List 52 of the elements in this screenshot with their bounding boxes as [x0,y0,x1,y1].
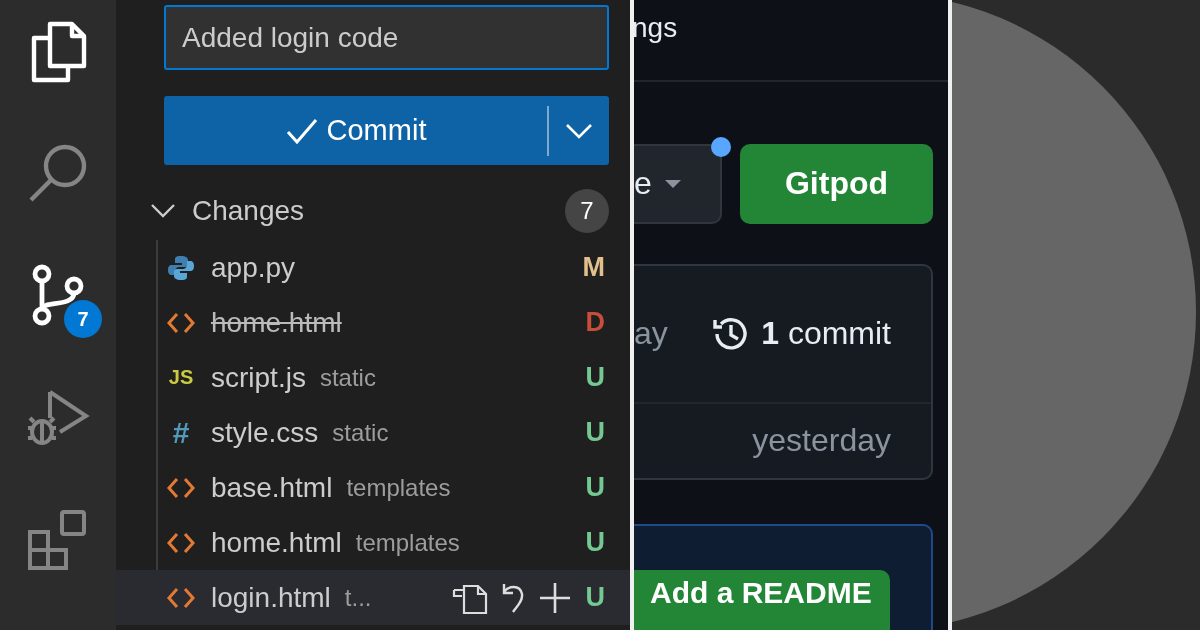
status-letter: U [585,472,605,503]
dropdown-caret-icon[interactable] [565,122,593,139]
status-letter: U [585,527,605,558]
commit-time-text: yesterday [752,422,891,460]
count-badge: 7 [565,189,609,233]
folder-label: static [319,363,376,392]
file-item[interactable]: # style.css static U [116,405,630,460]
source-control-icon[interactable] [30,264,86,326]
settings-tab[interactable]: ngs [634,12,678,43]
file-item[interactable]: JS script.js static U [116,350,630,405]
status-letter: U [585,582,605,613]
file-name: app.py [211,251,296,284]
changes-header[interactable]: Changes [192,195,549,227]
add-readme-button[interactable]: Add a README [634,570,890,630]
file-item[interactable]: home.html templates U [116,515,630,570]
chevron-icon[interactable] [150,203,176,219]
file-item[interactable]: base.html templates U [116,460,630,515]
code-brackets-icon [166,530,196,555]
js-file-icon: JS [168,366,194,389]
file-name: style.css [211,416,319,449]
code-dropdown-button[interactable]: e [634,143,722,224]
status-letter: M [582,252,605,283]
search-icon[interactable] [27,142,89,204]
hash-icon: # [172,415,190,450]
commit-button[interactable]: Commit [164,96,609,165]
file-name: base.html [211,471,333,504]
gitpod-button[interactable]: Gitpod [740,143,933,224]
caret-icon [663,178,682,189]
folder-label: templates [355,528,460,557]
commits-link[interactable]: 1 commit [761,315,891,353]
folder-label: t... [344,583,372,612]
status-letter: U [585,362,605,393]
code-brackets-icon [166,310,196,335]
status-letter: D [585,307,605,338]
file-name: home.html [211,526,342,559]
status-letter: U [585,417,605,448]
file-name: login.html [211,581,331,614]
file-name: home.html [211,306,342,339]
folder-label: templates [346,473,451,502]
python-file-icon [167,253,195,282]
folder-label: static [332,418,389,447]
file-name: script.js [211,361,306,394]
code-brackets-icon [166,475,196,500]
file-item[interactable]: home.html D [116,295,630,350]
commit-message-field[interactable]: Added login code [164,5,609,70]
plus-icon[interactable] [537,580,572,615]
check-icon [284,116,319,145]
commit-time-text: ay [634,315,669,353]
count-badge: 7 [64,300,102,338]
file-item[interactable]: login.html t... U [116,570,630,625]
code-brackets-icon [166,585,196,610]
file-item[interactable]: app.py M [116,240,630,295]
